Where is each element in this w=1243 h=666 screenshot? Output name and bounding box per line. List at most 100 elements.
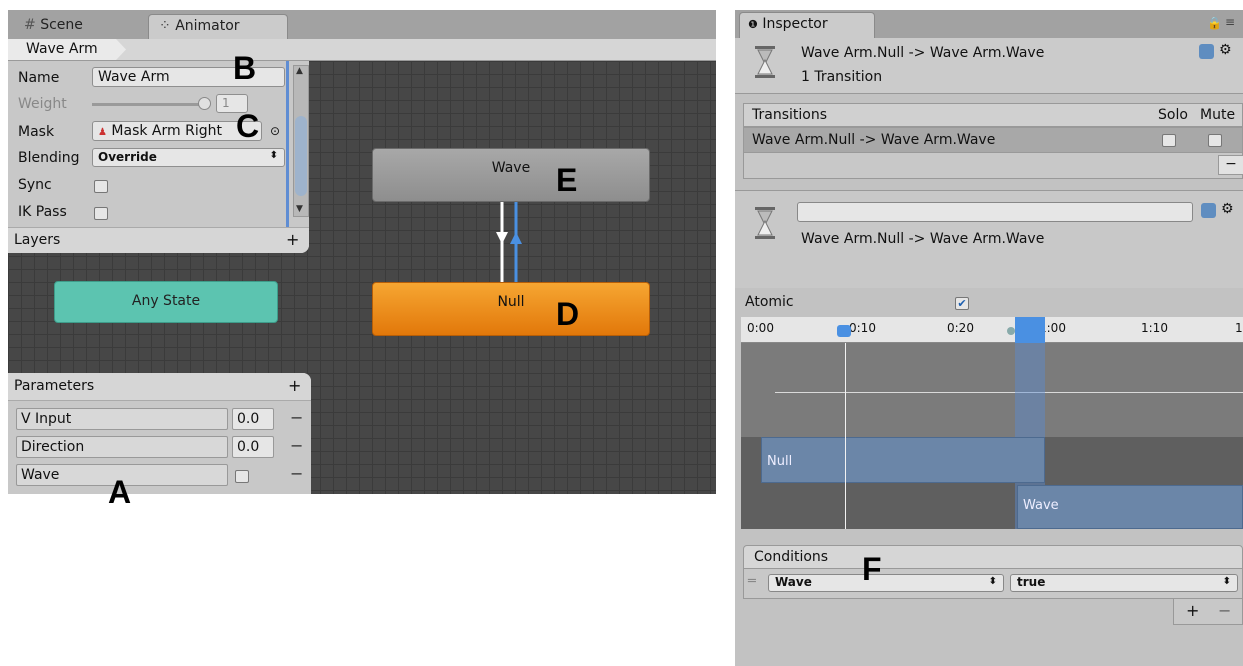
any-state-node[interactable]: Any State bbox=[54, 281, 278, 323]
annotation-f: F bbox=[862, 551, 882, 587]
condition-parameter-dropdown[interactable]: Wave ⬍ bbox=[768, 574, 1004, 592]
scrollbar-thumb[interactable] bbox=[295, 116, 307, 196]
annotation-e: E bbox=[556, 162, 578, 198]
weight-slider-handle[interactable] bbox=[198, 97, 211, 110]
remove-parameter-button[interactable]: − bbox=[290, 464, 303, 483]
sync-checkbox[interactable] bbox=[94, 180, 108, 193]
dropdown-arrows-icon: ⬍ bbox=[988, 576, 997, 587]
parameters-title: Parameters bbox=[14, 378, 95, 394]
blending-label: Blending bbox=[18, 150, 80, 166]
transitions-list-header: Transitions Solo Mute bbox=[743, 103, 1243, 127]
atomic-label: Atomic bbox=[745, 294, 794, 310]
condition-row[interactable]: ═ Wave ⬍ true ⬍ bbox=[743, 569, 1243, 599]
name-label: Name bbox=[18, 70, 60, 86]
animator-window: # Scene ⁘ Animator Wave Arm Any State Wa… bbox=[8, 10, 716, 494]
layer-ik-row: IK Pass bbox=[18, 201, 288, 221]
ruler-label: 1:10 bbox=[1141, 321, 1168, 335]
remove-parameter-button[interactable]: − bbox=[290, 436, 303, 455]
wave-clip-bar[interactable]: Wave bbox=[1017, 485, 1243, 529]
transition-row-label: Wave Arm.Null -> Wave Arm.Wave bbox=[752, 132, 996, 148]
annotation-b: B bbox=[233, 50, 257, 86]
conditions-panel: Conditions ═ Wave ⬍ true ⬍ + − bbox=[743, 545, 1243, 631]
tab-animator-label: Animator bbox=[175, 18, 240, 34]
parameter-name-field[interactable]: V Input bbox=[16, 408, 228, 430]
remove-transition-button[interactable]: − bbox=[1218, 155, 1243, 175]
ik-pass-checkbox[interactable] bbox=[94, 207, 108, 220]
layer-sync-row: Sync bbox=[18, 174, 288, 196]
transition-detail: ⚙ Wave Arm.Null -> Wave Arm.Wave bbox=[735, 190, 1243, 288]
transitions-header-label: Transitions bbox=[752, 107, 827, 123]
arrow-up-icon bbox=[510, 232, 522, 244]
drag-handle-icon[interactable]: ═ bbox=[748, 574, 756, 589]
parameters-header: Parameters + bbox=[8, 373, 311, 401]
transition-range-marker[interactable] bbox=[1015, 317, 1045, 343]
tab-animator[interactable]: ⁘ Animator bbox=[148, 14, 288, 39]
settings-gear-icon[interactable]: ⚙ bbox=[1219, 42, 1232, 58]
object-picker-icon[interactable]: ⊙ bbox=[270, 124, 280, 138]
ruler-label: 0:10 bbox=[849, 321, 876, 335]
annotation-a: A bbox=[108, 474, 132, 510]
null-clip-bar[interactable]: Null bbox=[761, 437, 1045, 483]
condition-parameter-value: Wave bbox=[775, 575, 812, 589]
any-state-label: Any State bbox=[131, 293, 201, 309]
remove-condition-button[interactable]: − bbox=[1218, 601, 1231, 620]
layer-blending-row: Blending Override ⬍ bbox=[18, 147, 288, 169]
exit-time-marker-icon[interactable] bbox=[1007, 327, 1015, 335]
remove-parameter-button[interactable]: − bbox=[290, 408, 303, 427]
transition-detail-name: Wave Arm.Null -> Wave Arm.Wave bbox=[801, 231, 1045, 247]
layer-scrollbar[interactable]: ▲ ▼ bbox=[293, 65, 309, 217]
add-parameter-button[interactable]: + bbox=[288, 376, 301, 395]
sync-label: Sync bbox=[18, 177, 52, 193]
tab-scene[interactable]: # Scene bbox=[14, 14, 142, 39]
ruler-label: 0:00 bbox=[747, 321, 774, 335]
transition-row[interactable]: Wave Arm.Null -> Wave Arm.Wave bbox=[743, 127, 1243, 153]
annotation-d: D bbox=[556, 296, 580, 332]
add-layer-button[interactable]: + bbox=[286, 230, 299, 249]
dropdown-arrows-icon: ⬍ bbox=[1222, 576, 1231, 587]
grid-icon: # bbox=[24, 17, 36, 33]
tab-inspector[interactable]: ❶ Inspector bbox=[739, 12, 875, 38]
inspector-title: Wave Arm.Null -> Wave Arm.Wave bbox=[801, 45, 1045, 61]
lock-icon[interactable]: 🔒 bbox=[1207, 16, 1222, 30]
solo-header: Solo bbox=[1158, 107, 1188, 123]
parameter-value-field[interactable]: 0.0 bbox=[232, 436, 274, 458]
null-clip-label: Null bbox=[767, 454, 793, 469]
transition-name-field[interactable] bbox=[797, 202, 1193, 222]
scroll-down-icon[interactable]: ▼ bbox=[296, 204, 303, 214]
transition-timeline[interactable]: 0:00 0:10 0:20 1:00 1:10 1 Null Wave bbox=[741, 317, 1243, 529]
layers-title: Layers bbox=[14, 232, 61, 248]
null-state-node[interactable]: Null bbox=[372, 282, 650, 336]
parameter-bool-checkbox[interactable] bbox=[235, 470, 249, 483]
solo-checkbox[interactable] bbox=[1162, 134, 1176, 147]
annotation-c: C bbox=[236, 108, 260, 144]
settings-gear-icon[interactable]: ⚙ bbox=[1221, 201, 1234, 217]
mute-checkbox[interactable] bbox=[1208, 134, 1222, 147]
condition-value-dropdown[interactable]: true ⬍ bbox=[1010, 574, 1238, 592]
blending-dropdown[interactable]: Override ⬍ bbox=[92, 148, 285, 167]
dropdown-arrows-icon: ⬍ bbox=[269, 150, 278, 161]
atomic-checkbox[interactable]: ✔ bbox=[955, 297, 969, 310]
help-book-icon[interactable] bbox=[1201, 203, 1216, 218]
timeline-ruler: 0:00 0:10 0:20 1:00 1:10 1 bbox=[741, 317, 1243, 343]
add-condition-button[interactable]: + bbox=[1186, 601, 1199, 620]
menu-icon[interactable]: ≡ bbox=[1225, 15, 1235, 29]
transition-icon bbox=[755, 46, 775, 78]
weight-slider-track[interactable] bbox=[92, 103, 200, 106]
parameter-value-field[interactable]: 0.0 bbox=[232, 408, 274, 430]
blending-value: Override bbox=[98, 150, 157, 164]
transition-arrows[interactable] bbox=[488, 202, 528, 282]
conditions-footer: + − bbox=[1173, 599, 1243, 625]
playhead-marker-icon[interactable] bbox=[837, 325, 851, 337]
inspector-window: ❶ Inspector 🔒 ≡ Wave Arm.Null -> Wave Ar… bbox=[735, 10, 1243, 666]
mute-header: Mute bbox=[1200, 107, 1236, 123]
scroll-up-icon[interactable]: ▲ bbox=[296, 66, 303, 76]
wave-state-node[interactable]: Wave bbox=[372, 148, 650, 202]
parameter-name-field[interactable]: Direction bbox=[16, 436, 228, 458]
help-book-icon[interactable] bbox=[1199, 44, 1214, 59]
breadcrumb-item-wave-arm[interactable]: Wave Arm bbox=[8, 39, 126, 60]
avatar-mask-icon: ♟ bbox=[98, 127, 107, 138]
mask-value: Mask Arm Right bbox=[111, 123, 222, 139]
ruler-label: 1 bbox=[1235, 321, 1243, 335]
transition-count: 1 Transition bbox=[801, 69, 883, 85]
transitions-list-footer: − bbox=[743, 153, 1243, 179]
